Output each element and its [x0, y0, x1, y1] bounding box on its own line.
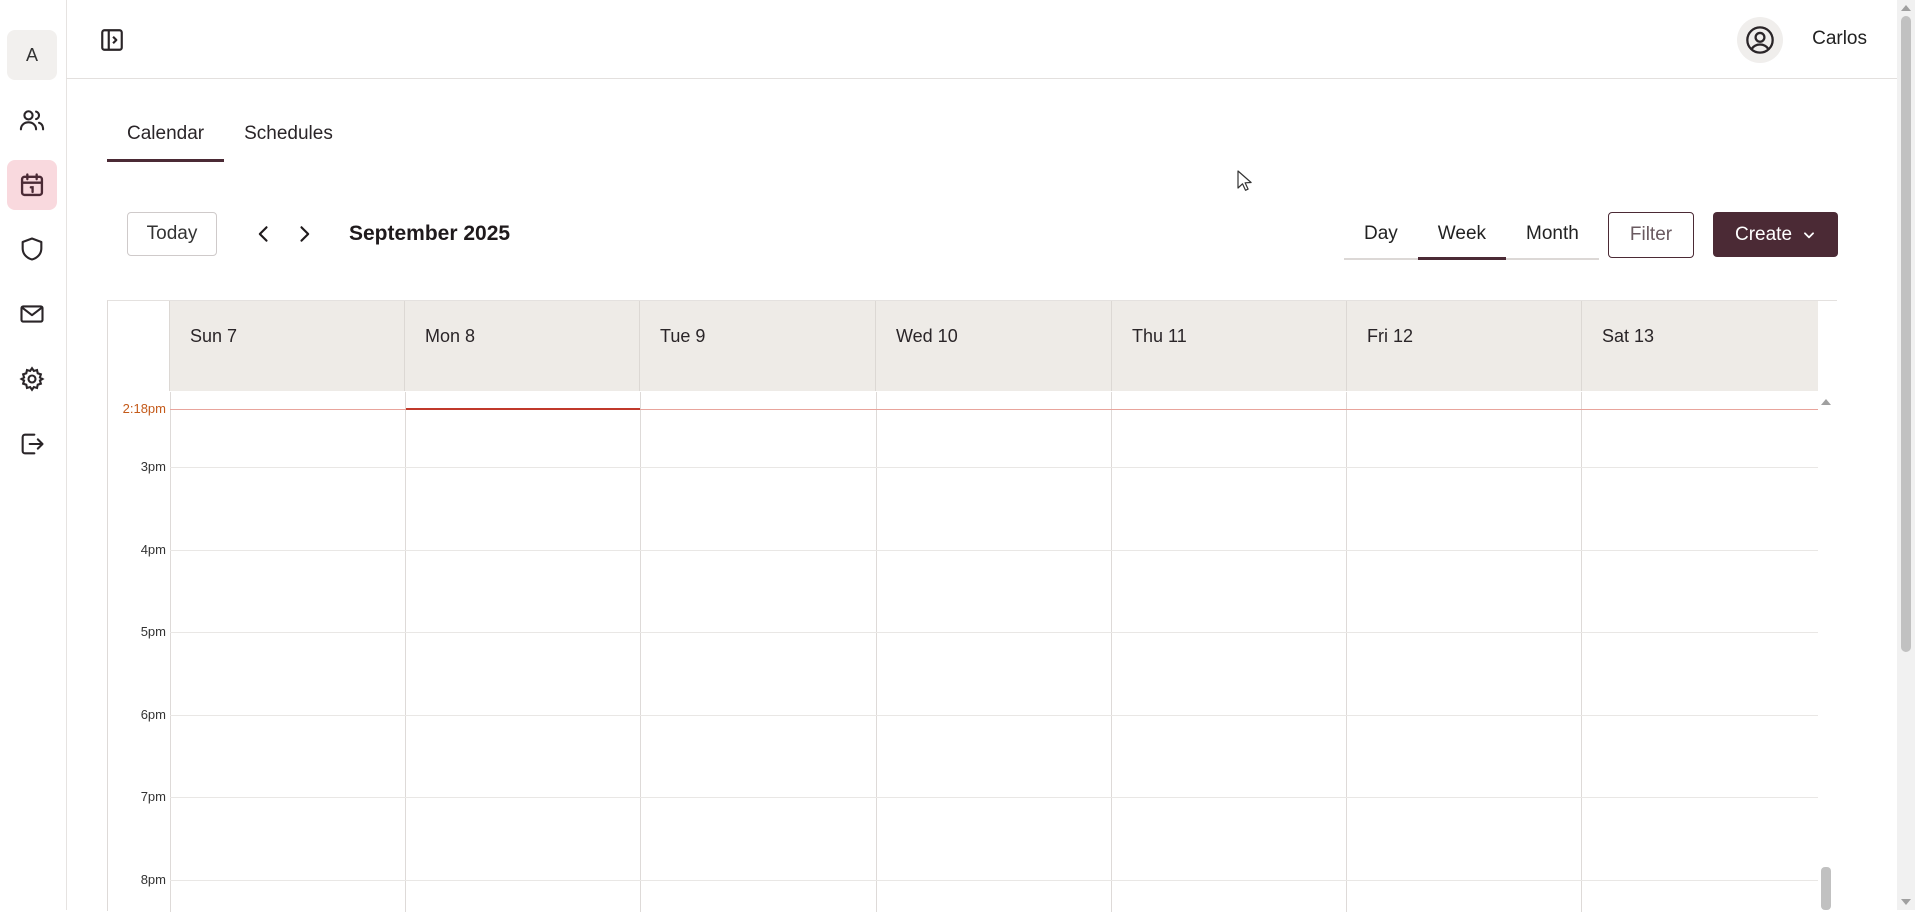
- today-button[interactable]: Today: [127, 212, 217, 256]
- period-title: September 2025: [349, 222, 511, 245]
- create-button[interactable]: Create: [1713, 212, 1838, 257]
- sidebar-item-people[interactable]: [7, 95, 57, 145]
- chevron-left-icon: [258, 226, 268, 242]
- calendar-icon: [20, 173, 44, 197]
- current-time-today-marker: [406, 408, 640, 410]
- shield-icon: [21, 237, 43, 261]
- day-header-sat[interactable]: Sat 13: [1581, 301, 1818, 391]
- current-time-label: 2:18pm: [122, 401, 166, 416]
- filter-button[interactable]: Filter: [1608, 212, 1694, 258]
- hour-label: 3pm: [140, 459, 166, 474]
- scroll-down-arrow-icon[interactable]: [1897, 896, 1915, 908]
- view-day[interactable]: Day: [1344, 212, 1418, 258]
- day-label: Sat 13: [1602, 326, 1655, 346]
- scroll-up-arrow-icon[interactable]: [1897, 2, 1915, 14]
- column-divider: [1346, 392, 1347, 912]
- hour-label: 4pm: [140, 542, 166, 557]
- sidebar-toggle-button[interactable]: [96, 24, 128, 56]
- create-label: Create: [1734, 223, 1793, 245]
- sidebar-item-logout[interactable]: [7, 419, 57, 469]
- org-initial: A: [25, 44, 38, 65]
- top-bar: Carlos: [66, 0, 1897, 79]
- scroll-up-arrow-icon[interactable]: [1817, 395, 1835, 409]
- day-header-wed[interactable]: Wed 10: [875, 301, 1112, 391]
- day-label: Thu 11: [1132, 326, 1187, 346]
- hour-label: 8pm: [140, 872, 166, 887]
- user-circle-icon: [1746, 26, 1774, 54]
- next-week-button[interactable]: [289, 218, 319, 250]
- hour-label: 6pm: [140, 707, 166, 722]
- sidebar-item-settings[interactable]: [7, 354, 57, 404]
- view-switcher: Day Week Month: [1344, 212, 1599, 260]
- gear-icon: [19, 366, 45, 392]
- sidebar-item-calendar[interactable]: [7, 160, 57, 210]
- org-badge[interactable]: A: [7, 30, 57, 80]
- page-scrollbar[interactable]: [1897, 0, 1915, 910]
- mail-icon: [20, 305, 44, 323]
- people-icon: [19, 110, 45, 131]
- user-avatar-button[interactable]: [1737, 17, 1783, 63]
- mouse-cursor-icon: [1237, 170, 1252, 191]
- day-header-fri[interactable]: Fri 12: [1346, 301, 1582, 391]
- sidebar: A: [0, 0, 67, 910]
- hour-label: 7pm: [140, 789, 166, 804]
- calendar-scroll-thumb[interactable]: [1821, 867, 1831, 910]
- hour-line: [170, 632, 1818, 633]
- sidebar-item-messages[interactable]: [7, 289, 57, 339]
- hour-line: [170, 797, 1818, 798]
- page-tabs: Calendar Schedules: [107, 115, 353, 162]
- day-label: Mon 8: [425, 326, 476, 346]
- day-header-mon[interactable]: Mon 8: [404, 301, 640, 391]
- column-divider: [170, 392, 171, 912]
- week-calendar: Sun 7 Mon 8 Tue 9 Wed 10 Thu 11 Fri 12 S…: [107, 300, 1837, 912]
- tab-calendar[interactable]: Calendar: [107, 115, 225, 162]
- column-divider: [1111, 392, 1112, 912]
- column-divider: [876, 392, 877, 912]
- column-divider: [405, 392, 406, 912]
- page-scroll-thumb[interactable]: [1901, 16, 1911, 652]
- day-label: Sun 7: [190, 326, 238, 346]
- hour-label: 5pm: [140, 624, 166, 639]
- sidebar-item-security[interactable]: [7, 224, 57, 274]
- day-header-tue[interactable]: Tue 9: [639, 301, 876, 391]
- hour-line: [170, 550, 1818, 551]
- time-grid[interactable]: 2:18pm 3pm 4pm 5pm 6pm 7pm 8pm: [108, 392, 1818, 912]
- day-label: Tue 9: [660, 326, 706, 346]
- day-header-thu[interactable]: Thu 11: [1111, 301, 1347, 391]
- day-label: Fri 12: [1367, 326, 1414, 346]
- calendar-header: Sun 7 Mon 8 Tue 9 Wed 10 Thu 11 Fri 12 S…: [108, 301, 1818, 391]
- day-label: Wed 10: [896, 326, 958, 346]
- logout-icon: [21, 433, 44, 455]
- column-divider: [1581, 392, 1582, 912]
- user-name[interactable]: Carlos: [1812, 28, 1867, 50]
- hour-line: [170, 715, 1818, 716]
- column-divider: [640, 392, 641, 912]
- view-week[interactable]: Week: [1417, 212, 1507, 260]
- day-header-sun[interactable]: Sun 7: [169, 301, 405, 391]
- sidebar-toggle-icon: [101, 29, 123, 51]
- chevron-down-icon: [1804, 231, 1814, 238]
- hour-line: [170, 880, 1818, 881]
- view-month[interactable]: Month: [1506, 212, 1599, 258]
- previous-week-button[interactable]: [249, 218, 279, 250]
- tab-schedules[interactable]: Schedules: [224, 115, 353, 162]
- chevron-right-icon: [300, 226, 310, 242]
- calendar-scrollbar[interactable]: [1817, 391, 1835, 910]
- hour-line: [170, 467, 1818, 468]
